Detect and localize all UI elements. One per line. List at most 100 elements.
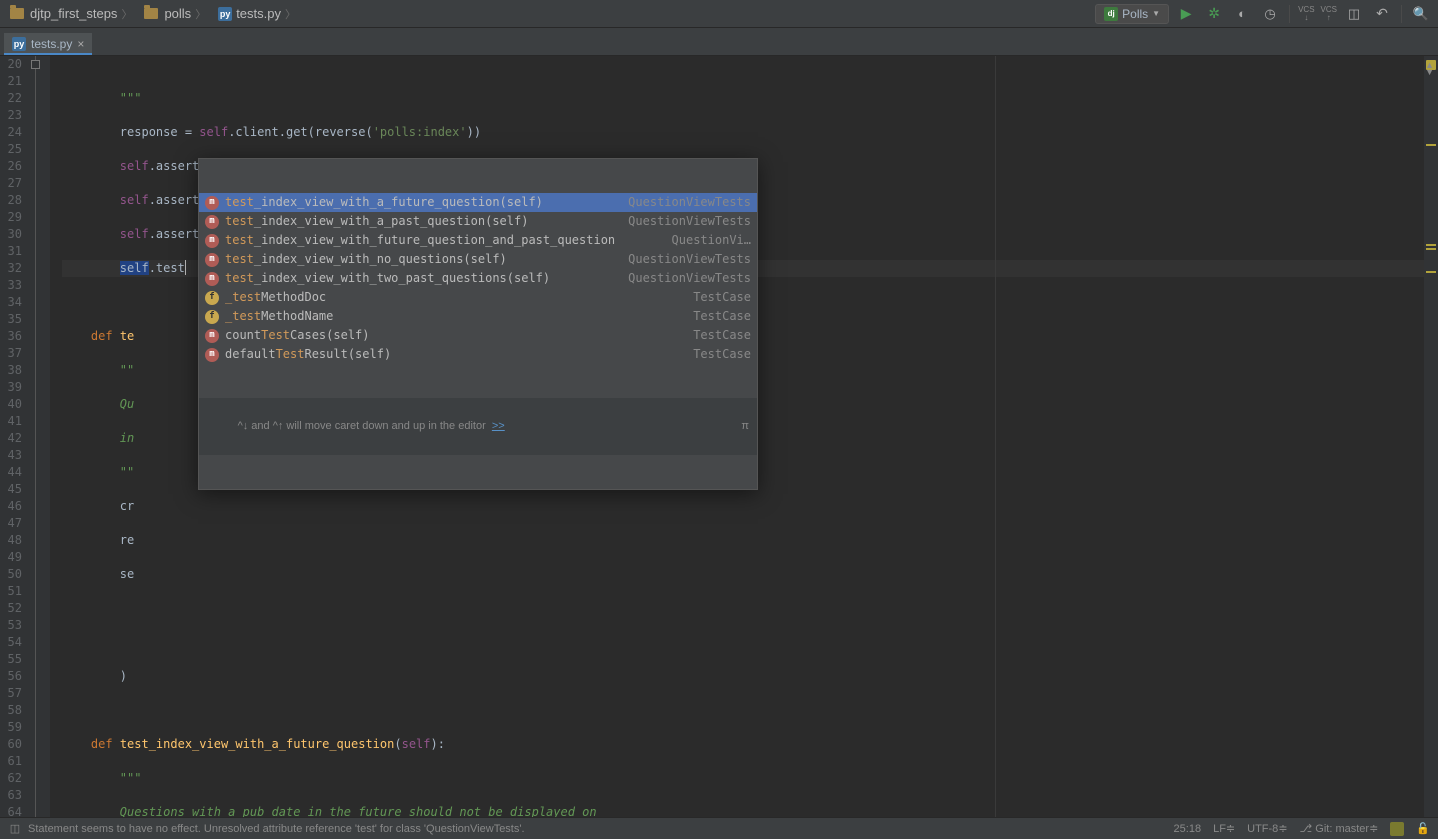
run-button[interactable]: ▶: [1175, 3, 1197, 25]
line-number: 36: [0, 328, 22, 345]
warning-marker[interactable]: [1426, 144, 1436, 146]
run-config-label: Polls: [1122, 7, 1148, 21]
line-number: 42: [0, 430, 22, 447]
tab-label: tests.py: [31, 37, 72, 51]
method-icon: m: [205, 253, 219, 267]
completion-item[interactable]: mtest_index_view_with_a_future_question(…: [199, 193, 757, 212]
completion-item-tail: TestCase: [681, 327, 751, 344]
chevron-down-icon: ▼: [1152, 9, 1160, 18]
folder-icon: [10, 8, 24, 19]
fold-gutter: [28, 56, 50, 817]
completion-item-text: test_index_view_with_two_past_questions(…: [225, 270, 616, 287]
python-file-icon: py: [218, 7, 232, 21]
right-margin-line: [995, 56, 996, 817]
toolbar: dj Polls ▼ ▶ ✲ ◐ ◷ VCS↓ VCS↑ ◫ ↶ 🔍: [1095, 3, 1432, 25]
completion-item-text: test_index_view_with_a_future_question(s…: [225, 194, 616, 211]
line-number-gutter: 2021222324252627282930313233343536373839…: [0, 56, 28, 817]
line-number: 58: [0, 702, 22, 719]
line-number: 60: [0, 736, 22, 753]
breadcrumb-label: polls: [164, 6, 191, 21]
file-encoding[interactable]: UTF-8≑: [1247, 822, 1287, 835]
warning-marker[interactable]: [1426, 244, 1436, 246]
completion-item-tail: QuestionVi…: [660, 232, 751, 249]
fold-marker[interactable]: [31, 60, 40, 69]
line-number: 45: [0, 481, 22, 498]
method-icon: m: [205, 348, 219, 362]
line-number: 25: [0, 141, 22, 158]
line-number: 47: [0, 515, 22, 532]
caret-position[interactable]: 25:18: [1174, 823, 1202, 835]
line-number: 48: [0, 532, 22, 549]
run-with-coverage-button[interactable]: ◐: [1231, 3, 1253, 25]
method-icon: m: [205, 215, 219, 229]
method-icon: m: [205, 329, 219, 343]
line-number: 61: [0, 753, 22, 770]
completion-popup: m test_index_view_with_a_future_question(…: [198, 158, 758, 490]
breadcrumb-file[interactable]: py tests.py 〉: [214, 4, 300, 24]
breadcrumb-label: tests.py: [236, 6, 281, 21]
search-everywhere-button[interactable]: 🔍: [1410, 3, 1432, 25]
completion-item[interactable]: mcountTestCases(self)TestCase: [199, 326, 757, 345]
completion-item-text: test_index_view_with_no_questions(self): [225, 251, 616, 268]
debug-button[interactable]: ✲: [1203, 3, 1225, 25]
line-number: 38: [0, 362, 22, 379]
close-tab-icon[interactable]: ×: [77, 37, 84, 51]
separator: [1289, 5, 1290, 23]
completion-item[interactable]: m defaultTestResult(self)TestCase: [199, 345, 757, 364]
line-number: 22: [0, 90, 22, 107]
completion-item-tail: TestCase: [681, 308, 751, 325]
line-number: 49: [0, 549, 22, 566]
completion-item[interactable]: mtest_index_view_with_future_question_an…: [199, 231, 757, 250]
line-number: 62: [0, 770, 22, 787]
breadcrumb-project[interactable]: djtp_first_steps 〉: [6, 4, 136, 24]
warning-marker[interactable]: [1426, 271, 1436, 273]
vcs-update-button[interactable]: VCS↓: [1298, 6, 1314, 22]
completion-item[interactable]: mtest_index_view_with_two_past_questions…: [199, 269, 757, 288]
code-area[interactable]: """ response = self.client.get(reverse('…: [50, 56, 1424, 817]
line-number: 54: [0, 634, 22, 651]
completion-item[interactable]: m test_index_view_with_no_questions(self)…: [199, 250, 757, 269]
hector-inspection-icon[interactable]: [1390, 822, 1404, 836]
tool-window-toggle-icon[interactable]: ◫: [8, 822, 22, 836]
line-number: 33: [0, 277, 22, 294]
completion-item-tail: TestCase: [681, 346, 751, 363]
completion-item-tail: QuestionViewTests: [616, 251, 751, 268]
completion-item[interactable]: f_testMethodNameTestCase: [199, 307, 757, 326]
revert-button[interactable]: ↶: [1371, 3, 1393, 25]
line-number: 23: [0, 107, 22, 124]
line-number: 39: [0, 379, 22, 396]
completion-item-tail: TestCase: [681, 289, 751, 306]
completion-item[interactable]: m test_index_view_with_a_past_question(se…: [199, 212, 757, 231]
completion-stats-icon[interactable]: π: [741, 418, 749, 435]
completion-item-text: defaultTestResult(self): [225, 346, 681, 363]
completion-hint-link[interactable]: >>: [492, 420, 505, 432]
line-number: 35: [0, 311, 22, 328]
completion-item[interactable]: f_testMethodDocTestCase: [199, 288, 757, 307]
navbar: djtp_first_steps 〉 polls 〉 py tests.py 〉…: [0, 0, 1438, 28]
editor: 2021222324252627282930313233343536373839…: [0, 56, 1438, 817]
chevron-right-icon: 〉: [195, 6, 206, 22]
completion-item-text: test_index_view_with_a_past_question(sel…: [225, 213, 616, 230]
vcs-commit-button[interactable]: VCS↑: [1321, 6, 1337, 22]
git-branch[interactable]: ⎇ Git: master≑: [1300, 822, 1379, 835]
field-icon: f: [205, 310, 219, 324]
method-icon: m: [205, 234, 219, 248]
breadcrumbs: djtp_first_steps 〉 polls 〉 py tests.py 〉: [6, 4, 300, 24]
profile-button[interactable]: ◷: [1259, 3, 1281, 25]
line-number: 57: [0, 685, 22, 702]
tab-tests-py[interactable]: py tests.py ×: [4, 33, 92, 55]
readonly-lock-icon[interactable]: 🔓: [1416, 822, 1430, 835]
line-number: 21: [0, 73, 22, 90]
editor-tabs: py tests.py ×: [0, 28, 1438, 56]
line-separator[interactable]: LF≑: [1213, 822, 1235, 835]
run-configuration-selector[interactable]: dj Polls ▼: [1095, 4, 1169, 24]
marker-scrollbar[interactable]: ▲▼: [1424, 56, 1438, 817]
warning-marker[interactable]: [1426, 248, 1436, 250]
completion-hint-text: ^↓ and ^↑ will move caret down and up in…: [238, 420, 486, 432]
completion-item-tail: QuestionViewTests: [616, 270, 751, 287]
line-number: 20: [0, 56, 22, 73]
chevron-right-icon: 〉: [285, 6, 296, 22]
line-number: 28: [0, 192, 22, 209]
breadcrumb-app[interactable]: polls 〉: [140, 4, 210, 24]
vcs-history-button[interactable]: ◫: [1343, 3, 1365, 25]
